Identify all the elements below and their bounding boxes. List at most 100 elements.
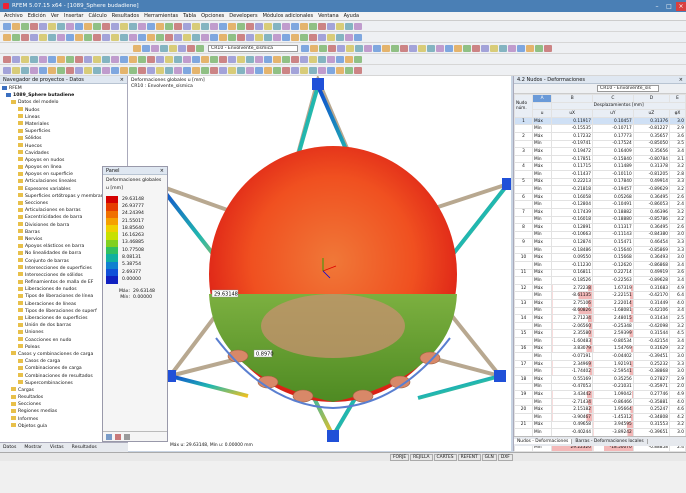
toolbar-button-icon[interactable]: [445, 44, 453, 52]
toolbar-button-icon[interactable]: [165, 66, 173, 74]
table-row[interactable]: Mín -0.15535 -0.10717 -0.81227 2.9: [514, 124, 686, 133]
toolbar-button-icon[interactable]: [48, 22, 56, 30]
toolbar-button-icon[interactable]: [499, 44, 507, 52]
toolbar-button-icon[interactable]: [187, 44, 195, 52]
toolbar-button-icon[interactable]: [156, 66, 164, 74]
toolbar-button-icon[interactable]: [160, 44, 168, 52]
toolbar-button-icon[interactable]: [21, 22, 29, 30]
tree-item[interactable]: Superficies: [2, 128, 125, 135]
tree-item[interactable]: Huecos: [2, 143, 125, 150]
toolbar-button-icon[interactable]: [255, 55, 263, 63]
menu-item[interactable]: Ver: [51, 13, 59, 19]
tree-project[interactable]: 1089_Sphere butadiene: [2, 92, 125, 99]
toolbar-button-icon[interactable]: [129, 66, 137, 74]
toolbar-button-icon[interactable]: [210, 66, 218, 74]
toolbar-button-icon[interactable]: [255, 33, 263, 41]
tree-item[interactable]: Datos del modelo: [2, 99, 125, 106]
toolbar-button-icon[interactable]: [21, 55, 29, 63]
table-tab[interactable]: Barras - Deformaciones locales: [572, 439, 648, 444]
toolbar-button-icon[interactable]: [174, 66, 182, 74]
toolbar-button-icon[interactable]: [291, 66, 299, 74]
toolbar-button-icon[interactable]: [354, 33, 362, 41]
toolbar-button-icon[interactable]: [183, 55, 191, 63]
toolbar-button-icon[interactable]: [169, 44, 177, 52]
toolbar-button-icon[interactable]: [102, 66, 110, 74]
toolbar-button-icon[interactable]: [264, 55, 272, 63]
status-toggle[interactable]: DXF: [497, 453, 513, 461]
toolbar-button-icon[interactable]: [336, 55, 344, 63]
toolbar-button-icon[interactable]: [318, 33, 326, 41]
toolbar-button-icon[interactable]: [472, 44, 480, 52]
toolbar-button-icon[interactable]: [196, 44, 204, 52]
toolbar-button-icon[interactable]: [345, 33, 353, 41]
table-row[interactable]: 7 Máx 0.17439 0.18882 0.46396 3.2: [514, 207, 686, 217]
toolbar-button-icon[interactable]: [120, 22, 128, 30]
menu-item[interactable]: Ayuda: [344, 13, 359, 19]
toolbar-button-icon[interactable]: [337, 44, 345, 52]
menu-item[interactable]: Tabla: [183, 13, 196, 19]
tree-item[interactable]: Materiales: [2, 121, 125, 128]
toolbar-button-icon[interactable]: [400, 44, 408, 52]
toolbar-button-icon[interactable]: [165, 55, 173, 63]
toolbar-button-icon[interactable]: [57, 66, 65, 74]
toolbar-button-icon[interactable]: [273, 66, 281, 74]
toolbar-button-icon[interactable]: [255, 66, 263, 74]
toolbar-button-icon[interactable]: [30, 22, 38, 30]
toolbar-button-icon[interactable]: [544, 44, 552, 52]
toolbar-button-icon[interactable]: [21, 66, 29, 74]
table-tab[interactable]: Nudos - Deformaciones: [514, 439, 573, 444]
table-row[interactable]: Mín -0.07191 -0.04402 -0.39451 3.0: [514, 352, 686, 361]
chart-icon[interactable]: [115, 433, 121, 440]
toolbar-button-icon[interactable]: [255, 22, 263, 30]
toolbar-button-icon[interactable]: [75, 66, 83, 74]
menu-item[interactable]: Herramientas: [144, 13, 178, 19]
toolbar-button-icon[interactable]: [490, 44, 498, 52]
tree-item[interactable]: Nudos: [2, 107, 125, 114]
navigator-tab[interactable]: Datos: [0, 445, 16, 450]
toolbar-button-icon[interactable]: [436, 44, 444, 52]
toolbar-button-icon[interactable]: [246, 55, 254, 63]
toolbar-button-icon[interactable]: [237, 55, 245, 63]
table-row[interactable]: 17 Máx 2.34969 1.92191 0.25232 3.3: [514, 359, 686, 369]
table-row[interactable]: Mín -0.11437 -0.10110 -0.81205 2.8: [514, 169, 686, 179]
table-row[interactable]: Mín -2.71434 -0.86466 -0.35881 4.0: [514, 397, 686, 407]
menu-item[interactable]: Archivo: [4, 13, 23, 19]
navigator-tab[interactable]: Mostrar: [21, 445, 42, 450]
toolbar-button-icon[interactable]: [228, 66, 236, 74]
toolbar-button-icon[interactable]: [129, 33, 137, 41]
toolbar-button-icon[interactable]: [39, 33, 47, 41]
toolbar-button-icon[interactable]: [93, 22, 101, 30]
toolbar-button-icon[interactable]: [300, 66, 308, 74]
toolbar-button-icon[interactable]: [129, 55, 137, 63]
toolbar-button-icon[interactable]: [508, 44, 516, 52]
toolbar-button-icon[interactable]: [318, 22, 326, 30]
close-icon[interactable]: ×: [120, 76, 124, 83]
toolbar-button-icon[interactable]: [57, 22, 65, 30]
toolbar-button-icon[interactable]: [327, 33, 335, 41]
menu-item[interactable]: Developers: [229, 13, 257, 19]
close-button[interactable]: ×: [676, 1, 686, 11]
toolbar-button-icon[interactable]: [111, 33, 119, 41]
toolbar-button-icon[interactable]: [30, 55, 38, 63]
toolbar-button-icon[interactable]: [355, 44, 363, 52]
toolbar-button-icon[interactable]: [318, 66, 326, 74]
toolbar-button-icon[interactable]: [327, 55, 335, 63]
table-row[interactable]: Mín -1.60483 -0.80534 -0.42154 3.4: [514, 337, 686, 346]
toolbar-button-icon[interactable]: [66, 33, 74, 41]
toolbar-button-icon[interactable]: [264, 33, 272, 41]
toolbar-button-icon[interactable]: [345, 55, 353, 63]
table-row[interactable]: 6 Máx 0.16058 0.05268 0.36495 2.6: [514, 192, 686, 202]
toolbar-button-icon[interactable]: [273, 33, 281, 41]
toolbar-button-icon[interactable]: [228, 22, 236, 30]
toolbar-button-icon[interactable]: [147, 22, 155, 30]
table-row[interactable]: Mín -0.19741 -0.17524 -0.85050 3.5: [514, 139, 686, 149]
toolbar-button-icon[interactable]: [427, 44, 435, 52]
minimize-button[interactable]: –: [652, 2, 662, 11]
menu-item[interactable]: Módulos adicionales: [263, 13, 314, 19]
toolbar-button-icon[interactable]: [246, 33, 254, 41]
table-row[interactable]: 4 Máx 0.11715 0.11489 0.31378 3.2: [514, 162, 686, 171]
toolbar-button-icon[interactable]: [318, 55, 326, 63]
toolbar-button-icon[interactable]: [39, 55, 47, 63]
toolbar-button-icon[interactable]: [192, 66, 200, 74]
toolbar-button-icon[interactable]: [327, 22, 335, 30]
